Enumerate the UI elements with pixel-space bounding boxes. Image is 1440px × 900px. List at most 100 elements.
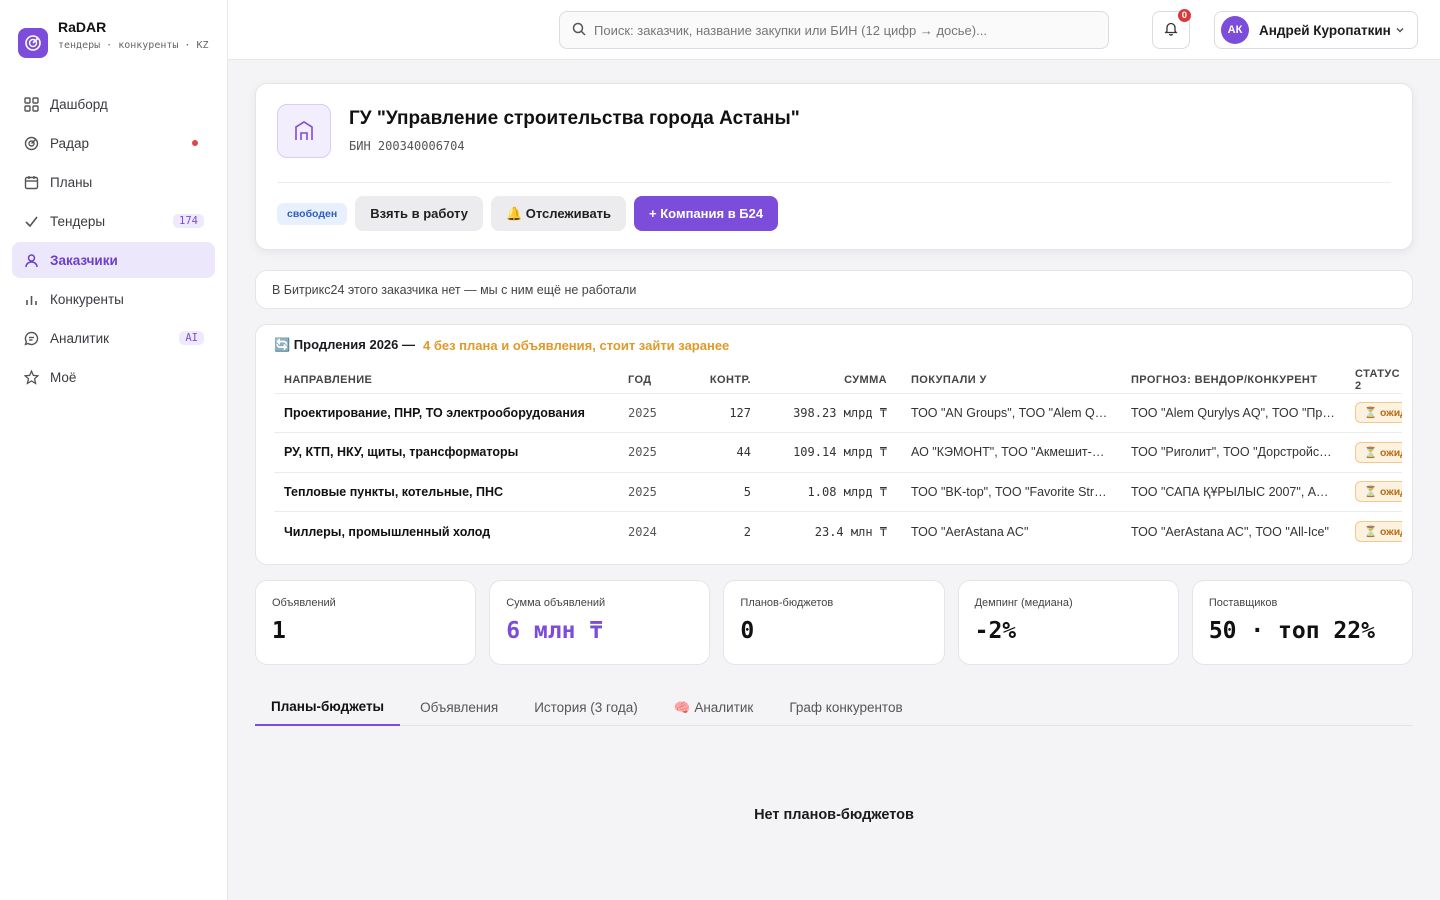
tenders-count-badge: 174 xyxy=(173,214,204,228)
sidebar-item-label: Заказчики xyxy=(50,252,118,268)
table-header-row: НАПРАВЛЕНИЕ ГОД КОНТР. СУММА ПОКУПАЛИ У … xyxy=(274,367,1402,394)
col-forecast[interactable]: ПРОГНОЗ: ВЕНДОР/КОНКУРЕНТ xyxy=(1121,367,1345,394)
cell-status: ⏳ ожидает xyxy=(1345,393,1402,433)
sidebar-item-label: Планы xyxy=(50,174,93,190)
cell-status: ⏳ ожидает xyxy=(1345,512,1402,552)
status-badge: ⏳ ожидает xyxy=(1355,521,1402,542)
stat-card-announcements-sum: Сумма объявлений 6 млн ₸ xyxy=(489,580,711,665)
chevron-down-icon xyxy=(1395,23,1405,38)
sidebar-item-label: Радар xyxy=(50,135,89,151)
col-year[interactable]: ГОД xyxy=(618,367,683,394)
cell-forecast: ТОО "Alem Qurylys AQ", ТОО "Промстрой" xyxy=(1121,393,1345,433)
cell-bought-from: ТОО "AerAstana AC" xyxy=(911,524,1029,539)
status-badge: ⏳ ожидает xyxy=(1355,441,1402,463)
stat-value: 0 xyxy=(740,618,755,644)
col-bought-from[interactable]: ПОКУПАЛИ У xyxy=(897,367,1121,394)
sidebar-item-tenders[interactable]: Тендеры 174 xyxy=(12,203,215,239)
table-row[interactable]: Проектирование, ПНР, ТО электрооборудова… xyxy=(274,393,1402,433)
tab-competitor-graph[interactable]: Граф конкурентов xyxy=(773,689,918,726)
bitrix-info-bar: В Битрикс24 этого заказчика нет — мы с н… xyxy=(255,270,1413,309)
page-title: ГУ "Управление строительства города Аста… xyxy=(349,108,800,129)
cell-year: 2024 xyxy=(628,524,657,539)
cell-direction: РУ, КТП, НКУ, щиты, трансформаторы xyxy=(274,432,618,473)
bell-icon xyxy=(1164,21,1178,39)
sidebar-item-radar[interactable]: Радар xyxy=(12,125,215,161)
stat-label: Сумма объявлений xyxy=(506,597,606,609)
ai-badge: AI xyxy=(179,331,204,345)
cell-forecast: ТОО "Риголит", ТОО "Дорстройсервис" xyxy=(1121,432,1345,473)
sidebar-item-customers[interactable]: Заказчики xyxy=(12,242,215,278)
col-contracts[interactable]: КОНТР. xyxy=(683,367,761,394)
cell-contracts: 5 xyxy=(683,472,761,512)
status-badge: ⏳ ожидает xyxy=(1355,481,1402,503)
user-menu[interactable]: АК Андрей Куропаткин xyxy=(1214,11,1418,49)
cell-contracts: 2 xyxy=(743,524,751,539)
user-icon xyxy=(23,252,39,268)
track-button[interactable]: 🔔 Отслеживать xyxy=(490,196,627,231)
stat-card-dumping: Демпинг (медиана) -2% xyxy=(957,580,1179,665)
stat-label: Демпинг (медиана) xyxy=(974,597,1073,609)
take-to-work-button[interactable]: Взять в работу xyxy=(355,196,483,231)
cell-sum: 398.23 млрд ₸ xyxy=(761,393,897,433)
cell-direction: Проектирование, ПНР, ТО электрооборудова… xyxy=(274,393,618,433)
cell-year: 2025 xyxy=(618,393,683,433)
stat-label: Поставщиков xyxy=(1208,597,1278,609)
tabs: Планы-бюджеты Объявления История (3 года… xyxy=(255,689,1413,726)
stat-card-budget-plans: Планов-бюджетов 0 xyxy=(723,580,945,665)
topbar: 0 АК Андрей Куропаткин xyxy=(228,0,1440,60)
tab-history[interactable]: История (3 года) xyxy=(518,689,654,726)
sidebar-item-label: Дашборд xyxy=(50,96,108,112)
customer-bin: БИН 200340006704 xyxy=(349,139,465,153)
sidebar-item-competitors[interactable]: Конкуренты xyxy=(12,281,215,317)
sidebar-item-mine[interactable]: Моё xyxy=(12,359,215,395)
add-company-b24-button[interactable]: + Компания в Б24 xyxy=(634,196,779,231)
sidebar-item-label: Тендеры xyxy=(50,213,106,229)
table-row[interactable]: РУ, КТП, НКУ, щиты, трансформаторы 2025 … xyxy=(274,432,1402,473)
col-status[interactable]: СТАТУС 2 xyxy=(1345,367,1402,394)
search-icon xyxy=(572,22,586,39)
cell-year: 2025 xyxy=(618,472,683,512)
stat-label: Планов-бюджетов xyxy=(740,597,834,609)
notifications-button[interactable]: 0 xyxy=(1152,9,1191,49)
cell-bought-from: ТОО "BK-top", ТОО "Favorite Stroy" xyxy=(897,472,1121,512)
search-input[interactable] xyxy=(594,22,1096,38)
building-icon xyxy=(277,104,331,158)
search-box[interactable] xyxy=(559,11,1109,49)
empty-state: Нет планов-бюджетов xyxy=(754,807,914,823)
status-badge: свободен xyxy=(277,202,348,225)
table-row[interactable]: Тепловые пункты, котельные, ПНС 2025 5 1… xyxy=(274,472,1402,512)
sidebar-item-analyst[interactable]: Аналитик AI xyxy=(12,320,215,356)
table-row[interactable]: Чиллеры, промышленный холод 2024 2 23.4 … xyxy=(274,512,1402,552)
col-direction[interactable]: НАПРАВЛЕНИЕ xyxy=(274,367,618,394)
radar-alert-dot xyxy=(192,140,198,146)
stat-value: 6 млн ₸ xyxy=(506,618,604,644)
cell-direction: Чиллеры, промышленный холод xyxy=(284,524,491,539)
brand-subtitle: тендеры · конкуренты · KZ xyxy=(58,40,209,51)
stat-value: 50 · топ 22% xyxy=(1208,618,1375,644)
tab-announcements[interactable]: Объявления xyxy=(404,689,514,726)
radar-icon xyxy=(23,135,39,151)
cell-bought-from: ТОО "AN Groups", ТОО "Alem Qurylys AQ" xyxy=(897,393,1121,433)
main-content: ГУ "Управление строительства города Аста… xyxy=(255,83,1414,823)
sidebar-item-label: Аналитик xyxy=(50,330,110,346)
check-icon xyxy=(23,213,39,229)
tab-analyst[interactable]: 🧠 Аналитик xyxy=(658,689,770,726)
notifications-badge: 0 xyxy=(1177,9,1191,22)
stats-row: Объявлений 1 Сумма объявлений 6 млн ₸ Пл… xyxy=(255,580,1414,665)
brand[interactable]: RaDAR тендеры · конкуренты · KZ xyxy=(0,0,227,86)
renewals-table: НАПРАВЛЕНИЕ ГОД КОНТР. СУММА ПОКУПАЛИ У … xyxy=(274,367,1402,551)
stat-card-announcements: Объявлений 1 xyxy=(255,580,477,665)
cell-contracts: 44 xyxy=(683,432,761,473)
sidebar-item-plans[interactable]: Планы xyxy=(12,164,215,200)
user-name: Андрей Куропаткин xyxy=(1259,22,1391,38)
tab-budget-plans[interactable]: Планы-бюджеты xyxy=(255,689,401,726)
stat-label: Объявлений xyxy=(272,597,336,609)
cell-forecast: ТОО "САПА ҚҰРЫЛЫС 2007", АО "Астана" xyxy=(1121,472,1345,512)
col-sum[interactable]: СУММА xyxy=(761,367,897,394)
stat-card-suppliers: Поставщиков 50 · топ 22% xyxy=(1191,580,1414,665)
status-badge: ⏳ ожидает xyxy=(1355,402,1402,424)
renewals-card: 🔄 Продления 2026 — 4 без плана и объявле… xyxy=(255,324,1413,565)
cell-status: ⏳ ожидает xyxy=(1345,432,1402,473)
sidebar-item-dashboard[interactable]: Дашборд xyxy=(12,86,215,122)
cell-direction: Тепловые пункты, котельные, ПНС xyxy=(274,472,618,512)
